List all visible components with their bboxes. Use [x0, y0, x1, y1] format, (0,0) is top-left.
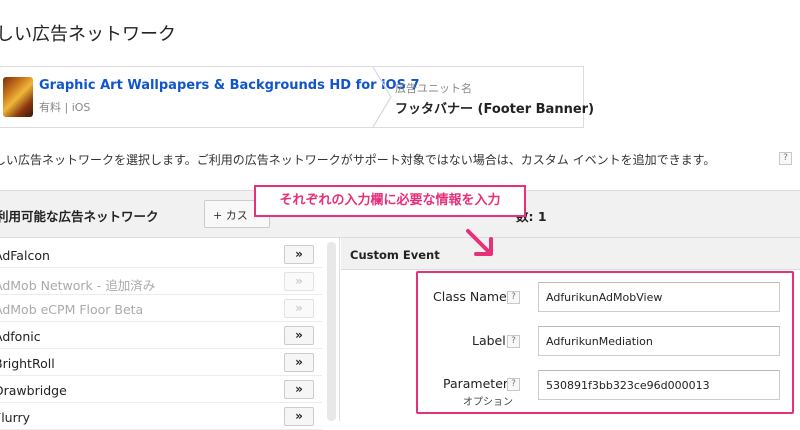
help-icon[interactable]: ? [507, 291, 520, 304]
parameter-optional-note: オプション [463, 397, 513, 408]
annotation-callout: それぞれの入力欄に必要な情報を入力 [254, 185, 526, 217]
network-name: AdMob Network - 追加済み [0, 278, 156, 293]
help-icon[interactable]: ? [507, 378, 520, 391]
label-field[interactable] [538, 326, 780, 356]
add-network-button[interactable]: » [284, 407, 314, 426]
add-network-button[interactable]: » [284, 245, 314, 264]
add-network-button[interactable]: » [284, 272, 314, 291]
label-label: Label [472, 333, 506, 348]
app-meta: 有料 | iOS [39, 101, 91, 114]
available-networks-heading: 利用可能な広告ネットワーク [0, 209, 159, 224]
custom-event-title: Custom Event [350, 248, 440, 262]
add-network-button[interactable]: » [284, 299, 314, 318]
ad-unit-label: 広告ユニット名 [395, 82, 472, 95]
network-name: Drawbridge [0, 383, 67, 398]
network-name: BrightRoll [0, 356, 55, 371]
network-name: AdFalcon [0, 248, 50, 263]
class-name-label: Class Name [433, 289, 507, 304]
parameter-label: Parameter [443, 376, 509, 391]
add-network-button[interactable]: » [284, 380, 314, 399]
help-icon[interactable]: ? [779, 152, 792, 165]
help-icon[interactable]: ? [507, 335, 520, 348]
network-list: AdFalcon » AdMob Network - 追加済み » AdMob … [0, 238, 340, 430]
class-name-field[interactable] [538, 282, 780, 312]
annotation-arrow-icon [466, 229, 493, 256]
list-item: AdMob eCPM Floor Beta » [0, 295, 322, 322]
app-thumbnail [3, 77, 33, 117]
page-title: しい広告ネットワーク [0, 24, 176, 45]
network-name: AdMob eCPM Floor Beta [0, 302, 144, 317]
parameter-field[interactable] [538, 370, 780, 400]
add-network-button[interactable]: » [284, 326, 314, 345]
list-item: Drawbridge » [0, 376, 322, 403]
ad-unit-name: フッタバナー (Footer Banner) [395, 102, 595, 117]
network-name: Flurry [0, 410, 31, 425]
list-scrollbar[interactable] [327, 242, 336, 421]
network-name: Adfonic [0, 329, 41, 344]
list-item: AdFalcon » [0, 241, 322, 268]
app-card: Graphic Art Wallpapers & Backgrounds HD … [0, 66, 594, 128]
page-description: しい広告ネットワークを選択します。ご利用の広告ネットワークがサポート対象ではない… [0, 153, 716, 167]
app-name-link[interactable]: Graphic Art Wallpapers & Backgrounds HD … [39, 78, 420, 93]
list-item: AdMob Network - 追加済み » [0, 268, 322, 295]
list-item: Adfonic » [0, 322, 322, 349]
list-item: Flurry » [0, 403, 322, 430]
add-network-button[interactable]: » [284, 353, 314, 372]
list-item: BrightRoll » [0, 349, 322, 376]
chevron-separator-icon [372, 67, 392, 127]
